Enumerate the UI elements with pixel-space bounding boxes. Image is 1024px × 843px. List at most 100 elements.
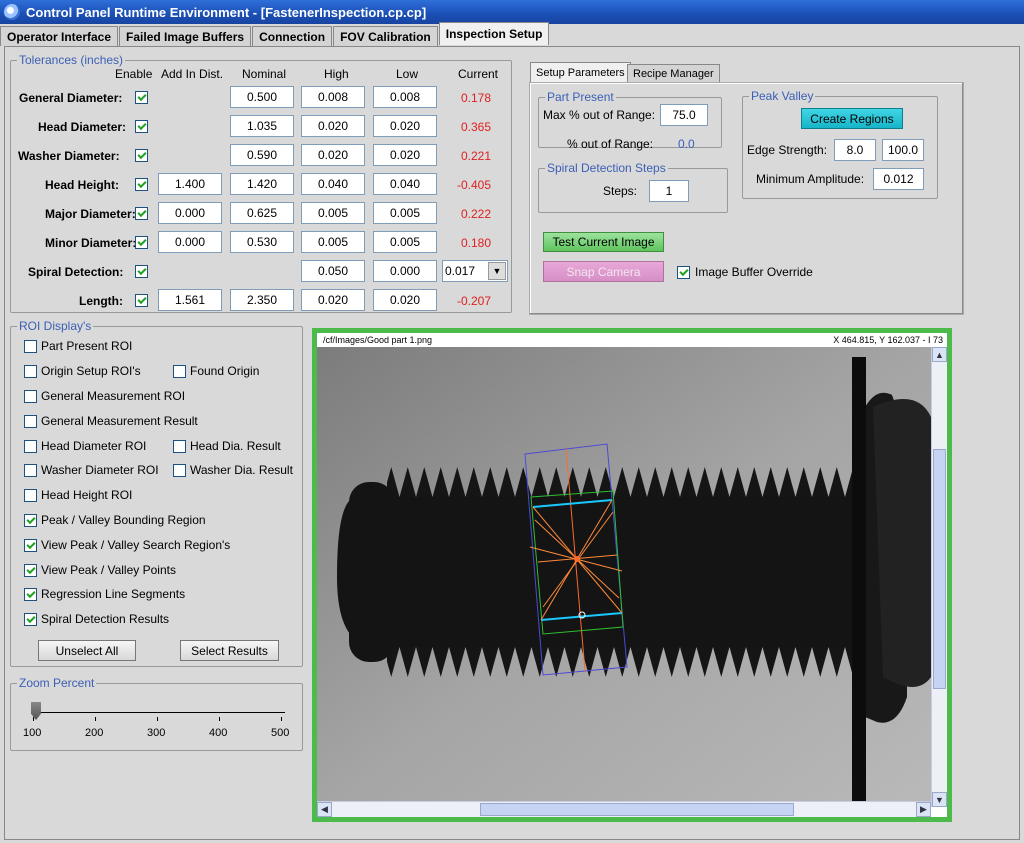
tab-failed-image-buffers[interactable]: Failed Image Buffers (119, 26, 252, 46)
inspection-image[interactable] (317, 347, 931, 807)
general-diameter-nominal-input[interactable]: 0.500 (230, 86, 294, 108)
edge-strength-input-1[interactable]: 8.0 (834, 139, 876, 161)
roi-found-origin-checkbox[interactable] (173, 365, 186, 378)
tab-setup-parameters[interactable]: Setup Parameters (530, 62, 631, 82)
horizontal-scroll-thumb[interactable] (480, 803, 794, 816)
image-viewer[interactable]: /cf/Images/Good part 1.png X 464.815, Y … (312, 328, 952, 822)
major-diameter-low-input[interactable]: 0.005 (373, 202, 437, 224)
create-regions-button[interactable]: Create Regions (801, 108, 903, 129)
major-diameter-add-input[interactable]: 0.000 (158, 202, 222, 224)
roi-displays-legend: ROI Display's (17, 319, 94, 333)
head-height-enable-checkbox[interactable] (135, 178, 148, 191)
head-height-nominal-input[interactable]: 1.420 (230, 173, 294, 195)
length-low-input[interactable]: 0.020 (373, 289, 437, 311)
spiral-detection-legend: Spiral Detection Steps (545, 161, 668, 175)
header-current: Current (458, 67, 499, 81)
roi-regression-line-segments-label: Regression Line Segments (41, 587, 186, 601)
washer-diameter-nominal-input[interactable]: 0.590 (230, 144, 294, 166)
head-diameter-nominal-input[interactable]: 1.035 (230, 115, 294, 137)
head-diameter-high-input[interactable]: 0.020 (301, 115, 365, 137)
snap-camera-button[interactable]: Snap Camera (543, 261, 664, 282)
roi-spiral-detection-results-checkbox[interactable] (24, 613, 37, 626)
minimum-amplitude-input[interactable]: 0.012 (873, 168, 924, 190)
major-diameter-label: Major Diameter: (45, 207, 136, 221)
roi-part-present-roi-label: Part Present ROI (41, 339, 133, 353)
washer-diameter-enable-checkbox[interactable] (135, 149, 148, 162)
spiral-detection-current-select[interactable]: 0.017 ▼ (442, 260, 508, 282)
washer-diameter-low-input[interactable]: 0.020 (373, 144, 437, 166)
edge-strength-input-2[interactable]: 100.0 (882, 139, 924, 161)
major-diameter-nominal-input[interactable]: 0.625 (230, 202, 294, 224)
spiral-detection-group: Spiral Detection Steps Steps: 1 (538, 161, 728, 213)
unselect-all-button[interactable]: Unselect All (38, 640, 136, 661)
tab-connection[interactable]: Connection (252, 26, 333, 46)
select-results-button[interactable]: Select Results (180, 640, 279, 661)
major-diameter-enable-checkbox[interactable] (135, 207, 148, 220)
length-label: Length: (79, 294, 123, 308)
roi-origin-setup-roi-s-checkbox[interactable] (24, 365, 37, 378)
length-add-input[interactable]: 1.561 (158, 289, 222, 311)
roi-washer-dia-result-checkbox[interactable] (173, 464, 186, 477)
roi-head-height-roi-checkbox[interactable] (24, 489, 37, 502)
roi-washer-diameter-roi-checkbox[interactable] (24, 464, 37, 477)
roi-head-diameter-roi-checkbox[interactable] (24, 440, 37, 453)
length-nominal-input[interactable]: 2.350 (230, 289, 294, 311)
roi-general-measurement-result-label: General Measurement Result (41, 414, 198, 428)
minor-diameter-add-input[interactable]: 0.000 (158, 231, 222, 253)
roi-head-dia-result-checkbox[interactable] (173, 440, 186, 453)
washer-diameter-high-input[interactable]: 0.020 (301, 144, 365, 166)
zoom-slider-track[interactable] (33, 712, 285, 713)
head-diameter-enable-checkbox[interactable] (135, 120, 148, 133)
roi-part-present-roi-checkbox[interactable] (24, 340, 37, 353)
app-icon (4, 4, 20, 20)
head-height-high-input[interactable]: 0.040 (301, 173, 365, 195)
steps-input[interactable]: 1 (649, 180, 689, 202)
major-diameter-high-input[interactable]: 0.005 (301, 202, 365, 224)
tab-operator-interface[interactable]: Operator Interface (0, 26, 119, 46)
general-diameter-low-input[interactable]: 0.008 (373, 86, 437, 108)
roi-peak-valley-bounding-region-checkbox[interactable] (24, 514, 37, 527)
scroll-up-icon[interactable]: ▲ (932, 347, 947, 362)
scroll-down-icon[interactable]: ▼ (932, 792, 947, 807)
horizontal-scrollbar[interactable]: ◀ ▶ (317, 801, 931, 817)
minor-diameter-enable-checkbox[interactable] (135, 236, 148, 249)
minor-diameter-high-input[interactable]: 0.005 (301, 231, 365, 253)
test-current-image-button[interactable]: Test Current Image (543, 232, 664, 252)
minor-diameter-nominal-input[interactable]: 0.530 (230, 231, 294, 253)
vertical-scrollbar[interactable]: ▲ ▼ (931, 347, 947, 807)
spiral-detection-high-input[interactable]: 0.050 (301, 260, 365, 282)
head-height-low-input[interactable]: 0.040 (373, 173, 437, 195)
window-title: Control Panel Runtime Environment - [Fas… (26, 4, 427, 20)
general-diameter-high-input[interactable]: 0.008 (301, 86, 365, 108)
zoom-tick-mark (33, 717, 34, 721)
chevron-down-icon[interactable]: ▼ (488, 262, 506, 280)
roi-view-peak-valley-search-region-s-checkbox[interactable] (24, 539, 37, 552)
roi-general-measurement-roi-checkbox[interactable] (24, 390, 37, 403)
part-present-legend: Part Present (545, 90, 616, 104)
spiral-detection-low-input[interactable]: 0.000 (373, 260, 437, 282)
header-low: Low (396, 67, 419, 81)
vertical-scroll-thumb[interactable] (933, 449, 946, 689)
edge-strength-label: Edge Strength: (747, 143, 828, 157)
roi-view-peak-valley-points-checkbox[interactable] (24, 564, 37, 577)
scroll-left-icon[interactable]: ◀ (317, 802, 332, 817)
minor-diameter-low-input[interactable]: 0.005 (373, 231, 437, 253)
head-height-add-input[interactable]: 1.400 (158, 173, 222, 195)
roi-spiral-detection-results-label: Spiral Detection Results (41, 612, 170, 626)
length-high-input[interactable]: 0.020 (301, 289, 365, 311)
head-diameter-label: Head Diameter: (38, 120, 127, 134)
tab-recipe-manager[interactable]: Recipe Manager (627, 64, 720, 82)
tab-fov-calibration[interactable]: FOV Calibration (333, 26, 438, 46)
head-diameter-low-input[interactable]: 0.020 (373, 115, 437, 137)
image-buffer-override-checkbox[interactable] (677, 266, 690, 279)
spiral-detection-enable-checkbox[interactable] (135, 265, 148, 278)
scroll-right-icon[interactable]: ▶ (916, 802, 931, 817)
general-diameter-enable-checkbox[interactable] (135, 91, 148, 104)
zoom-percent-legend: Zoom Percent (17, 676, 97, 690)
tab-inspection-setup[interactable]: Inspection Setup (438, 22, 550, 45)
roi-regression-line-segments-checkbox[interactable] (24, 588, 37, 601)
length-enable-checkbox[interactable] (135, 294, 148, 307)
max-out-of-range-input[interactable]: 75.0 (660, 104, 708, 126)
general-diameter-label: General Diameter: (19, 91, 123, 105)
roi-general-measurement-result-checkbox[interactable] (24, 415, 37, 428)
